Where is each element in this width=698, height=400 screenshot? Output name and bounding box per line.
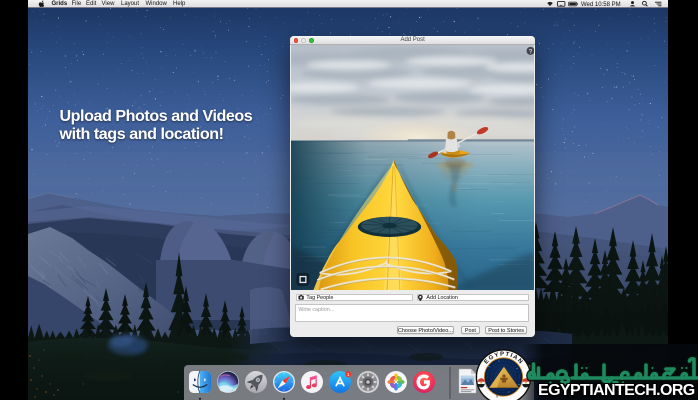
svg-text:Wed 10:58 PM: Wed 10:58 PM — [581, 2, 621, 8]
svg-text:?: ? — [529, 48, 533, 55]
svg-text:1: 1 — [347, 372, 350, 378]
